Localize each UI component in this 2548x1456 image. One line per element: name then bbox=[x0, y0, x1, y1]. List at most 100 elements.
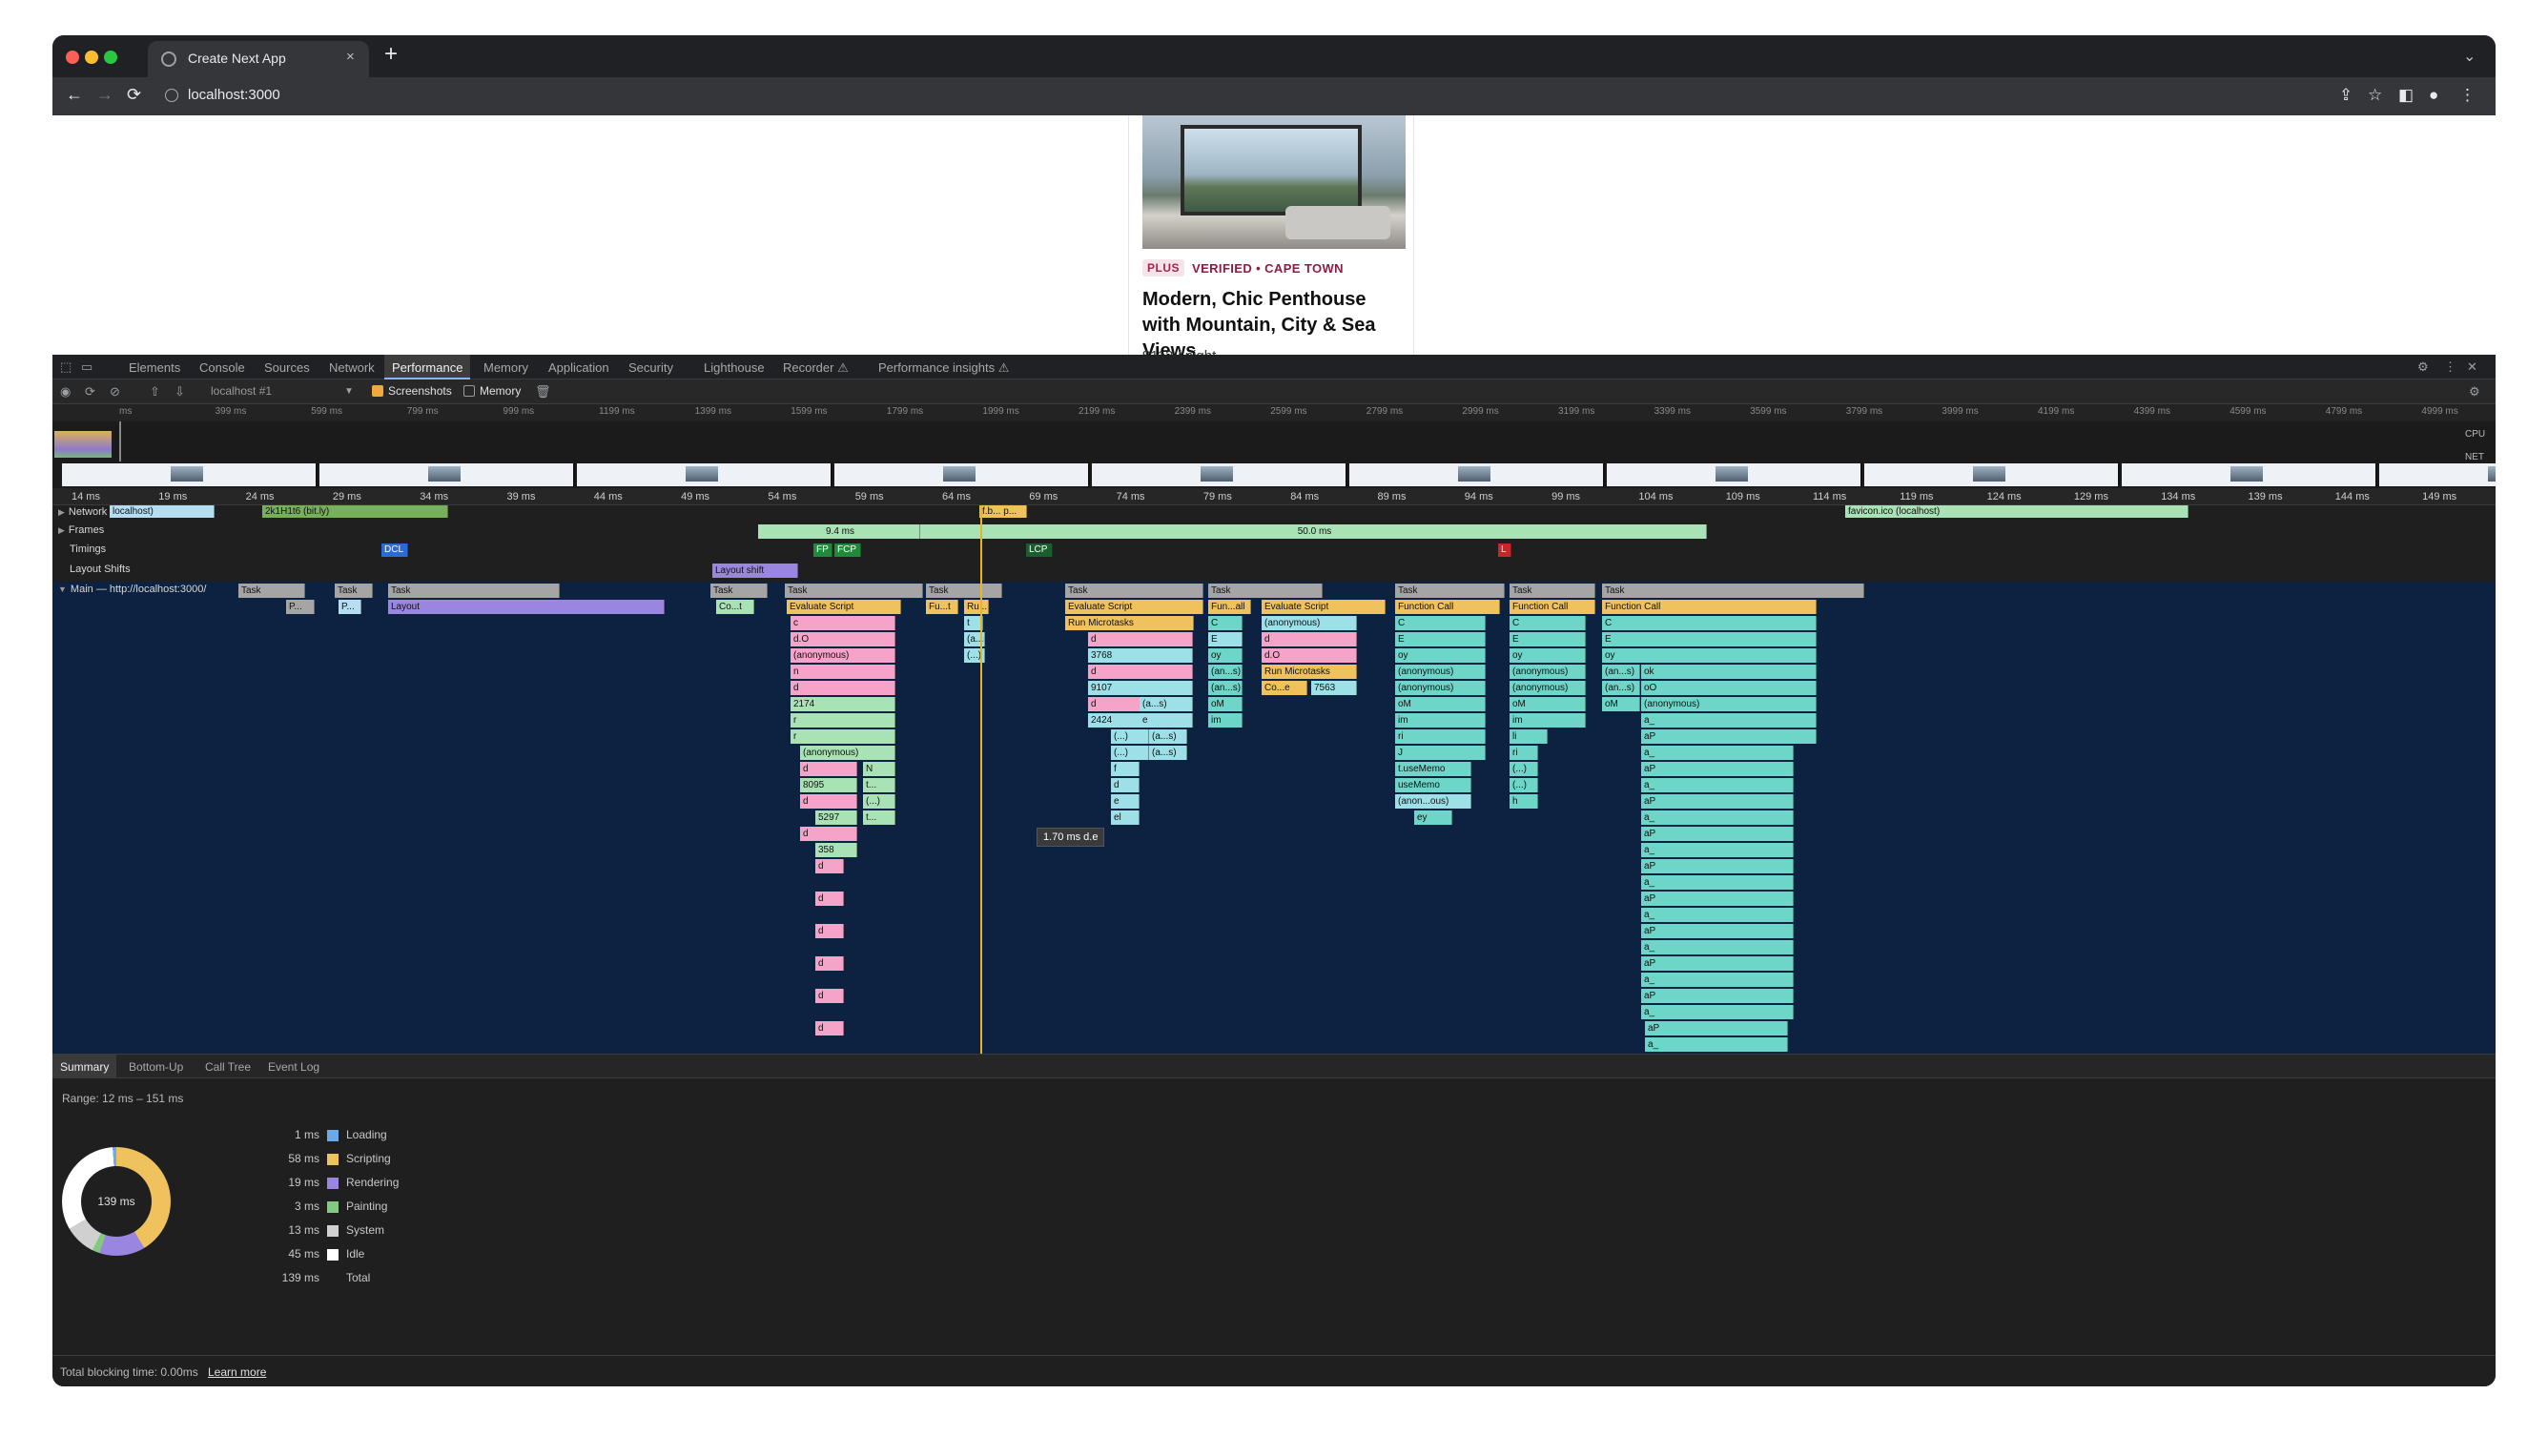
flame-block[interactable]: aP bbox=[1641, 762, 1794, 776]
back-arrow-icon[interactable]: ← bbox=[66, 85, 83, 105]
flame-block[interactable]: aP bbox=[1641, 956, 1794, 971]
flame-block[interactable]: Task bbox=[238, 584, 305, 598]
flame-block[interactable]: d bbox=[815, 989, 844, 1003]
tab-application[interactable]: Application bbox=[548, 360, 609, 375]
close-devtools-icon[interactable]: ✕ bbox=[2467, 359, 2477, 375]
layout-shift-bar[interactable]: Layout shift bbox=[712, 564, 798, 578]
flame-block[interactable]: im bbox=[1208, 713, 1243, 728]
screenshots-checkbox[interactable] bbox=[372, 385, 383, 397]
flame-block[interactable]: Function Call bbox=[1395, 600, 1500, 614]
flame-block[interactable]: e bbox=[1111, 794, 1140, 809]
flame-block[interactable]: (...) bbox=[1111, 729, 1149, 744]
flame-block[interactable]: a_ bbox=[1641, 778, 1794, 792]
flame-block[interactable]: a_ bbox=[1641, 746, 1794, 760]
listing-photo[interactable] bbox=[1142, 115, 1406, 249]
flame-block[interactable]: h bbox=[1510, 794, 1538, 809]
flame-block[interactable]: d bbox=[791, 681, 895, 695]
flame-block[interactable]: Co...t bbox=[716, 600, 754, 614]
flame-block[interactable]: Run Microtasks bbox=[1262, 665, 1357, 679]
flame-block[interactable]: oy bbox=[1208, 648, 1243, 663]
flame-block[interactable]: ey bbox=[1414, 810, 1452, 825]
flame-block[interactable]: Layout bbox=[388, 600, 665, 614]
flame-block[interactable]: Task bbox=[785, 584, 923, 598]
tab-memory[interactable]: Memory bbox=[483, 360, 528, 375]
flame-block[interactable]: (anonymous) bbox=[1395, 681, 1486, 695]
tab-performance-insights[interactable]: Performance insights ⚠ bbox=[878, 360, 1009, 376]
flame-block[interactable]: 8095 bbox=[800, 778, 857, 792]
tab-bottom-up[interactable]: Bottom-Up bbox=[129, 1060, 183, 1074]
flame-block[interactable]: d.O bbox=[791, 632, 895, 646]
flame-block[interactable]: aP bbox=[1641, 892, 1794, 906]
tab-search-chevron-icon[interactable]: ⌄ bbox=[2463, 47, 2476, 66]
flame-block[interactable]: d bbox=[1111, 778, 1140, 792]
flame-block[interactable]: e bbox=[1140, 713, 1193, 728]
flame-block[interactable]: aP bbox=[1641, 989, 1794, 1003]
flame-chart[interactable]: ▶ Network localhost) 2k1H1t6 (bit.ly) f.b… bbox=[52, 505, 2496, 1068]
flame-block[interactable]: Task bbox=[1065, 584, 1203, 598]
network-request-bar[interactable]: f.b... p... bbox=[979, 505, 1027, 518]
fcp-marker[interactable]: FCP bbox=[834, 543, 861, 557]
flame-block[interactable]: Co...e bbox=[1262, 681, 1307, 695]
lcp-marker[interactable]: LCP bbox=[1026, 543, 1053, 557]
flame-block[interactable]: Function Call bbox=[1510, 600, 1595, 614]
flame-block[interactable]: (a...s) bbox=[1140, 697, 1193, 711]
filmstrip-frame[interactable] bbox=[1349, 463, 1605, 486]
flame-block[interactable]: a_ bbox=[1641, 908, 1794, 922]
frame-bar[interactable]: 9.4 ms bbox=[758, 524, 920, 539]
flame-block[interactable]: d bbox=[815, 1021, 844, 1036]
maximize-window-button[interactable] bbox=[104, 51, 117, 64]
flame-block[interactable]: Fu...t bbox=[926, 600, 958, 614]
tab-elements[interactable]: Elements bbox=[129, 360, 180, 375]
flame-block[interactable]: t.useMemo bbox=[1395, 762, 1471, 776]
filmstrip-frame[interactable] bbox=[2122, 463, 2377, 486]
flame-block[interactable]: useMemo bbox=[1395, 778, 1471, 792]
flame-block[interactable]: (anonymous) bbox=[1510, 681, 1586, 695]
flame-block[interactable]: 2174 bbox=[791, 697, 895, 711]
flame-block[interactable]: oM bbox=[1208, 697, 1243, 711]
flame-block[interactable]: a_ bbox=[1641, 810, 1794, 825]
flame-block[interactable]: E bbox=[1510, 632, 1586, 646]
side-panel-icon[interactable]: ◧ bbox=[2398, 86, 2414, 105]
fp-marker[interactable]: FP bbox=[813, 543, 832, 557]
flame-block[interactable]: (anonymous) bbox=[800, 746, 895, 760]
flame-block[interactable]: a_ bbox=[1641, 973, 1794, 987]
filmstrip-frame[interactable] bbox=[577, 463, 832, 486]
tab-summary[interactable]: Summary bbox=[52, 1055, 117, 1079]
flame-block[interactable]: d.O bbox=[1262, 648, 1357, 663]
flame-block[interactable]: 5297 bbox=[815, 810, 857, 825]
dcl-marker[interactable]: DCL bbox=[381, 543, 408, 557]
flame-block[interactable]: oy bbox=[1395, 648, 1486, 663]
flame-block[interactable]: (anonymous) bbox=[1395, 665, 1486, 679]
flame-block[interactable]: C bbox=[1602, 616, 1817, 630]
flame-block[interactable]: a_ bbox=[1641, 875, 1794, 890]
tab-security[interactable]: Security bbox=[628, 360, 673, 375]
flame-block[interactable]: Fun...all bbox=[1208, 600, 1251, 614]
flame-block[interactable]: oM bbox=[1395, 697, 1486, 711]
flame-block[interactable]: aP bbox=[1641, 859, 1794, 873]
flame-block[interactable]: 3768 bbox=[1088, 648, 1193, 663]
flame-block[interactable]: (anonymous) bbox=[1262, 616, 1357, 630]
tab-call-tree[interactable]: Call Tree bbox=[205, 1060, 251, 1074]
flame-block[interactable]: d bbox=[1088, 632, 1193, 646]
flame-block[interactable]: aP bbox=[1641, 924, 1794, 938]
flame-block[interactable]: (anonymous) bbox=[1510, 665, 1586, 679]
flame-block[interactable]: 2424 bbox=[1088, 713, 1140, 728]
flame-block[interactable]: oO bbox=[1641, 681, 1817, 695]
screenshot-filmstrip[interactable] bbox=[52, 461, 2496, 488]
flame-block[interactable]: oy bbox=[1602, 648, 1817, 663]
flame-block[interactable]: Task bbox=[926, 584, 1002, 598]
flame-block[interactable]: (anon...ous) bbox=[1395, 794, 1471, 809]
site-info-icon[interactable] bbox=[165, 89, 178, 102]
tab-performance[interactable]: Performance bbox=[384, 355, 471, 379]
forward-arrow-icon[interactable]: → bbox=[96, 85, 113, 105]
flame-block[interactable]: 358 bbox=[815, 843, 857, 857]
flame-block[interactable]: Evaluate Script bbox=[1065, 600, 1203, 614]
flame-block[interactable]: C bbox=[1208, 616, 1243, 630]
frame-bar[interactable]: 50.0 ms bbox=[920, 524, 1707, 539]
close-window-button[interactable] bbox=[66, 51, 79, 64]
share-icon[interactable]: ⇪ bbox=[2339, 86, 2353, 105]
flame-block[interactable]: 7563 bbox=[1311, 681, 1357, 695]
flame-block[interactable]: n bbox=[791, 665, 895, 679]
network-request-bar[interactable]: localhost) bbox=[110, 505, 215, 518]
more-menu-icon[interactable]: ⋮ bbox=[2459, 86, 2476, 105]
